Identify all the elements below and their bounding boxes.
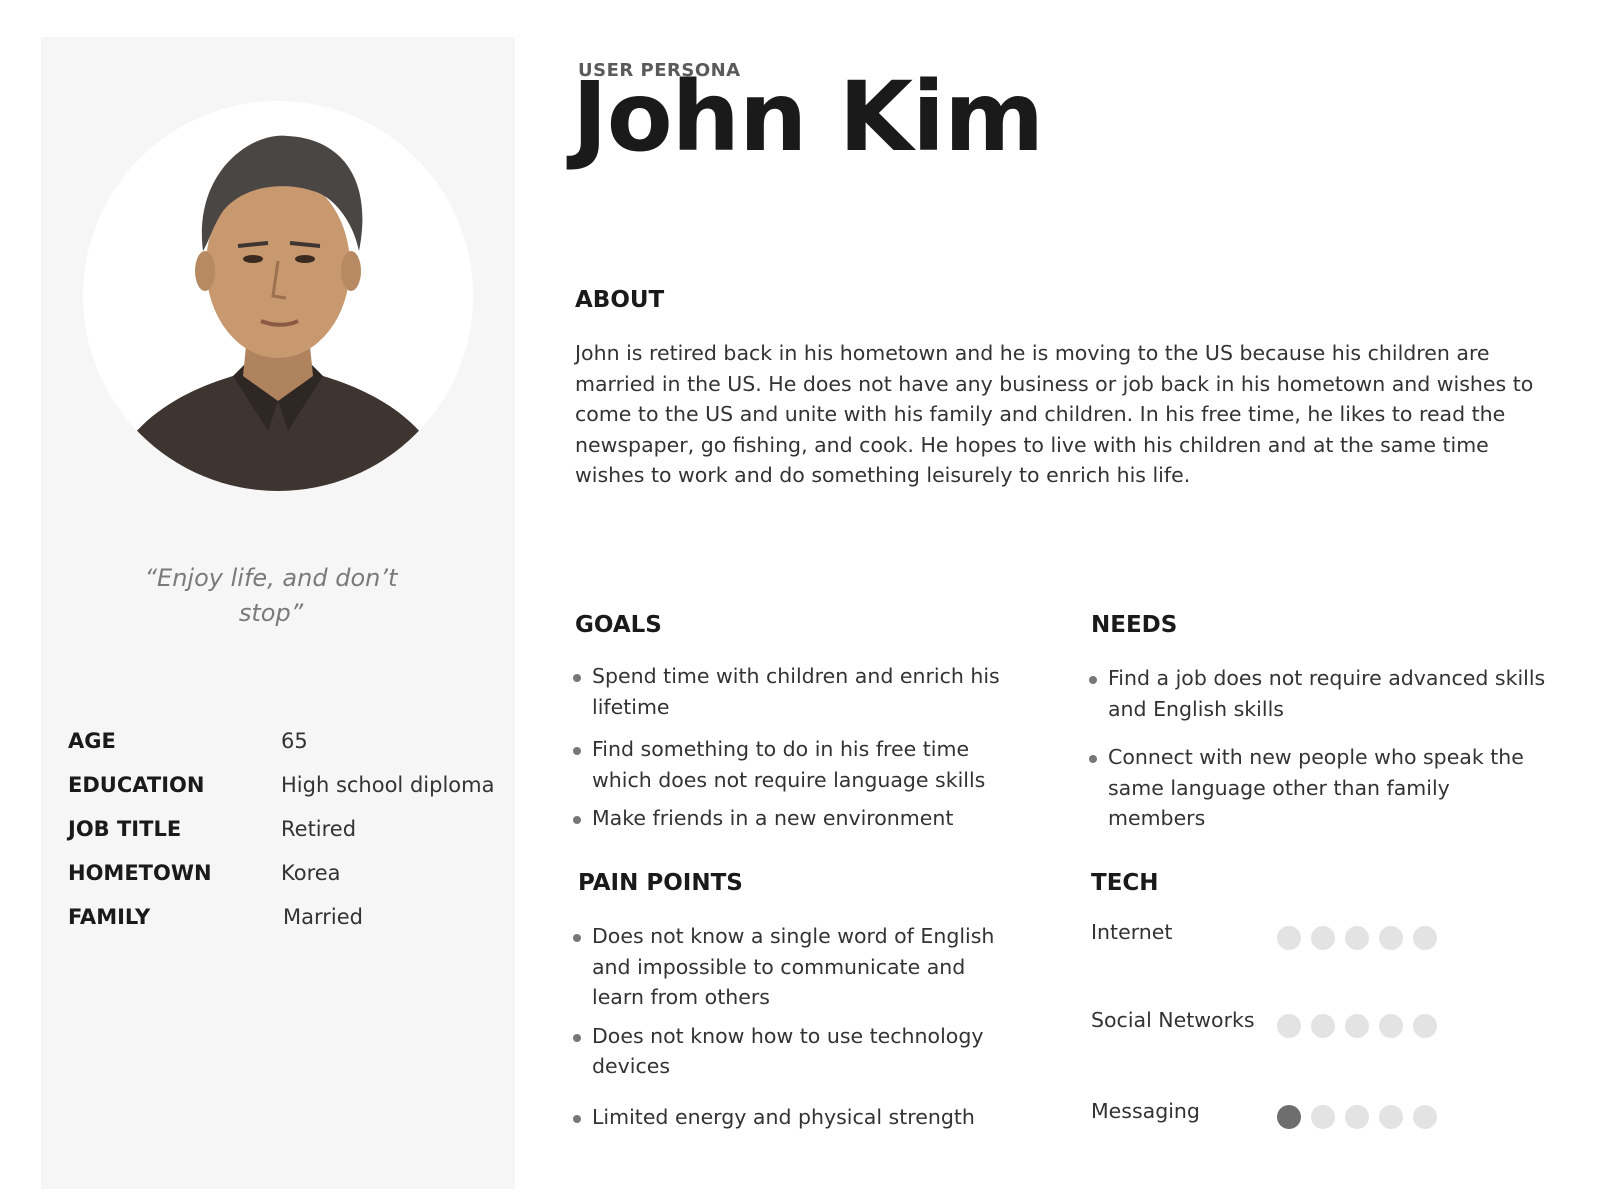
info-row-education: EDUCATION High school diploma: [68, 773, 508, 803]
rating-dot: [1379, 1014, 1403, 1038]
needs-list: Find a job does not require advanced ski…: [1088, 663, 1548, 834]
rating-dots: [1277, 1105, 1437, 1129]
info-label: HOMETOWN: [68, 861, 212, 885]
tech-row-messaging: Messaging: [1091, 1099, 1491, 1133]
rating-dot: [1379, 1105, 1403, 1129]
tech-heading: TECH: [1091, 870, 1159, 896]
info-row-age: AGE 65: [68, 729, 508, 759]
rating-dots: [1277, 1014, 1437, 1038]
rating-dot: [1311, 1014, 1335, 1038]
info-row-job-title: JOB TITLE Retired: [68, 817, 508, 847]
rating-dot: [1413, 1014, 1437, 1038]
info-label: AGE: [68, 729, 116, 753]
rating-dot: [1413, 1105, 1437, 1129]
tech-label: Internet: [1091, 920, 1173, 944]
tech-label: Social Networks: [1091, 1008, 1255, 1032]
rating-dot: [1277, 926, 1301, 950]
info-value: Married: [283, 905, 363, 929]
info-value: High school diploma: [281, 773, 495, 797]
tech-row-internet: Internet: [1091, 920, 1491, 954]
goals-list: Spend time with children and enrich his …: [572, 661, 1022, 834]
pain-points-list: Does not know a single word of English a…: [572, 921, 1022, 1132]
info-value: 65: [281, 729, 308, 753]
info-label: EDUCATION: [68, 773, 205, 797]
list-item: Does not know a single word of English a…: [572, 921, 1022, 1013]
list-item: Find a job does not require advanced ski…: [1088, 663, 1548, 724]
rating-dot: [1311, 1105, 1335, 1129]
persona-quote: “Enjoy life, and don’t stop”: [144, 564, 398, 627]
rating-dot: [1345, 926, 1369, 950]
rating-dot: [1413, 926, 1437, 950]
rating-dot: [1345, 1105, 1369, 1129]
list-item: Make friends in a new environment: [572, 803, 1022, 834]
portrait-photo: [83, 101, 473, 491]
persona-name: John Kim: [572, 61, 1044, 173]
rating-dot: [1277, 1105, 1301, 1129]
needs-heading: NEEDS: [1091, 612, 1178, 638]
pain-points-heading: PAIN POINTS: [578, 870, 743, 896]
persona-sidebar: “Enjoy life, and don’t stop” AGE 65 EDUC…: [41, 37, 515, 1189]
portrait-photo-icon: [83, 101, 473, 491]
list-item: Spend time with children and enrich his …: [572, 661, 1022, 722]
info-row-family: FAMILY Married: [68, 905, 508, 935]
info-label: JOB TITLE: [68, 817, 182, 841]
info-row-hometown: HOMETOWN Korea: [68, 861, 508, 891]
rating-dot: [1345, 1014, 1369, 1038]
rating-dot: [1379, 926, 1403, 950]
tech-row-social-networks: Social Networks: [1091, 1008, 1491, 1042]
rating-dot: [1311, 926, 1335, 950]
list-item: Connect with new people who speak the sa…: [1088, 742, 1548, 834]
list-item: Limited energy and physical strength: [572, 1102, 1022, 1133]
info-value: Retired: [281, 817, 357, 841]
about-heading: ABOUT: [575, 287, 665, 313]
about-text: John is retired back in his hometown and…: [575, 341, 1534, 487]
rating-dots: [1277, 926, 1437, 950]
tech-label: Messaging: [1091, 1099, 1200, 1123]
info-label: FAMILY: [68, 905, 151, 929]
list-item: Does not know how to use technology devi…: [572, 1021, 1022, 1082]
rating-dot: [1277, 1014, 1301, 1038]
list-item: Find something to do in his free time wh…: [572, 734, 1022, 795]
goals-heading: GOALS: [575, 612, 662, 638]
info-value: Korea: [281, 861, 341, 885]
